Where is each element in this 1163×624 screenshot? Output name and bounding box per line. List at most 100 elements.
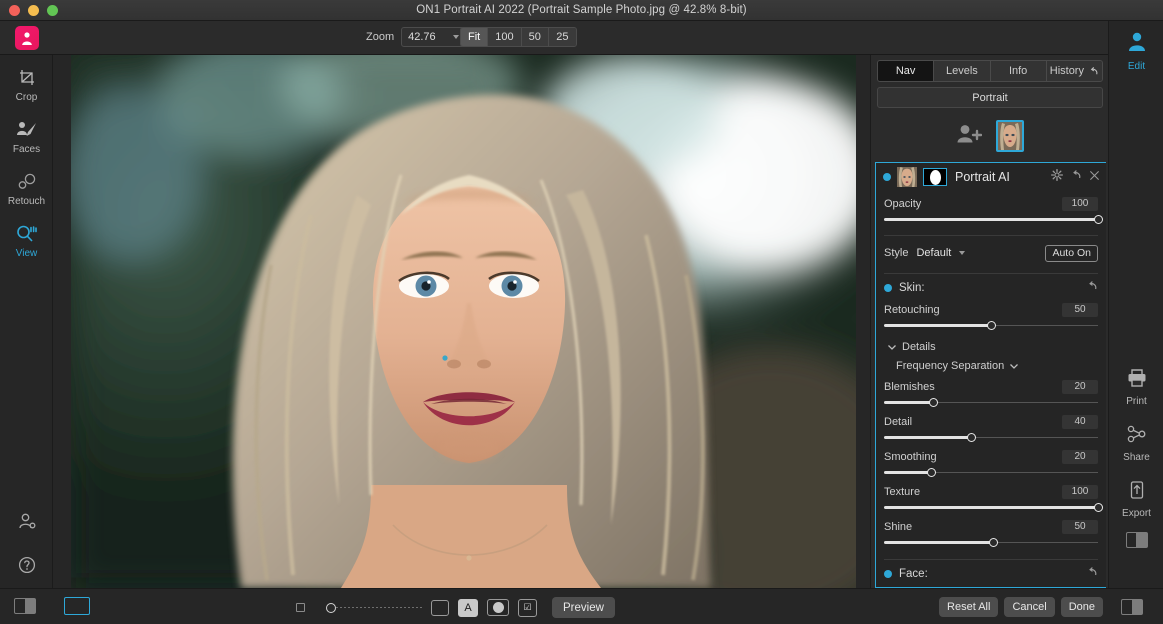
- tab-history-label: History: [1049, 65, 1084, 77]
- close-icon[interactable]: [1089, 168, 1100, 186]
- blemishes-row: Blemishes 20: [884, 378, 1098, 395]
- tool-view-label: View: [15, 248, 38, 259]
- tool-faces[interactable]: Faces: [0, 107, 53, 159]
- rail-print[interactable]: Print: [1109, 358, 1163, 407]
- rail-export[interactable]: Export: [1109, 470, 1163, 519]
- zoom-preset-group[interactable]: Fit 100 50 25: [460, 27, 577, 47]
- shine-label: Shine: [884, 520, 913, 533]
- right-module-rail: Edit Print Share Export: [1108, 21, 1163, 588]
- chevron-down-icon: [453, 35, 460, 39]
- account-icon[interactable]: [17, 512, 37, 537]
- retouching-row: Retouching 50: [884, 301, 1098, 318]
- preview-button[interactable]: Preview: [552, 597, 615, 618]
- left-rail-bottom-icons: [0, 512, 53, 580]
- chevron-down-icon[interactable]: [959, 251, 966, 255]
- title-bar: ON1 Portrait AI 2022 (Portrait Sample Ph…: [0, 0, 1163, 21]
- zoom-preset-fit[interactable]: Fit: [461, 28, 489, 46]
- divider: [884, 235, 1098, 236]
- skin-enabled-toggle[interactable]: [884, 284, 892, 292]
- tab-levels-label: Levels: [945, 65, 978, 77]
- brush-size-slider[interactable]: [314, 601, 422, 615]
- rail-share-label: Share: [1123, 452, 1150, 463]
- mask-shape: [929, 169, 941, 185]
- reset-icon[interactable]: [1070, 168, 1082, 186]
- share-icon: [1126, 424, 1148, 449]
- detected-face-thumbnail[interactable]: [996, 120, 1024, 152]
- detected-faces-bar: [871, 113, 1109, 159]
- detail-label: Detail: [884, 415, 913, 428]
- zoom-value-dropdown[interactable]: 42.76: [401, 27, 466, 47]
- frequency-separation-label: Frequency Separation: [896, 360, 1005, 372]
- right-panel: Nav Levels Info History Portrait Portrai…: [870, 55, 1108, 588]
- retouching-label: Retouching: [884, 303, 940, 316]
- smoothing-value[interactable]: 20: [1062, 449, 1098, 464]
- skin-section-label: Skin:: [899, 282, 925, 294]
- rail-edit-label: Edit: [1127, 61, 1146, 72]
- retouching-slider[interactable]: [884, 319, 1098, 332]
- opacity-slider[interactable]: [884, 213, 1103, 226]
- reset-icon[interactable]: [1086, 279, 1098, 297]
- reset-all-button[interactable]: Reset All: [939, 597, 999, 617]
- filmstrip-toggle-icon[interactable]: [14, 598, 36, 614]
- tab-history[interactable]: History: [1046, 61, 1102, 81]
- blemishes-value[interactable]: 20: [1062, 379, 1098, 394]
- opacity-value[interactable]: 100: [1062, 196, 1098, 211]
- tool-view[interactable]: View: [0, 211, 53, 263]
- shine-row: Shine 50: [884, 518, 1098, 535]
- gear-icon[interactable]: [1051, 168, 1063, 186]
- zoom-preset-50[interactable]: 50: [521, 28, 549, 46]
- face-enabled-toggle[interactable]: [884, 570, 892, 578]
- square-tool-icon[interactable]: [431, 599, 449, 616]
- style-value[interactable]: Default: [916, 247, 951, 259]
- checkbox-tool-icon[interactable]: ☑: [518, 598, 537, 617]
- detail-slider[interactable]: [884, 431, 1098, 444]
- bottom-center-controls: A ☑ Preview: [296, 597, 615, 618]
- module-face-thumbnail[interactable]: [897, 167, 917, 187]
- add-person-icon[interactable]: [956, 123, 983, 150]
- texture-slider[interactable]: [884, 501, 1103, 514]
- brush-small-icon[interactable]: [296, 603, 305, 612]
- detail-row: Detail 40: [884, 413, 1098, 430]
- bottom-left-controls: [14, 597, 90, 615]
- text-tool-icon[interactable]: A: [458, 598, 478, 617]
- circle-tool-icon[interactable]: [487, 599, 509, 616]
- tab-nav-label: Nav: [895, 65, 916, 77]
- done-button[interactable]: Done: [1060, 597, 1103, 617]
- details-disclosure[interactable]: Details: [884, 338, 1098, 355]
- help-icon[interactable]: [17, 555, 37, 580]
- reset-icon[interactable]: [1086, 565, 1098, 583]
- retouching-value[interactable]: 50: [1062, 302, 1098, 317]
- tool-retouch[interactable]: Retouch: [0, 159, 53, 211]
- rail-share[interactable]: Share: [1109, 414, 1163, 463]
- cancel-button[interactable]: Cancel: [1004, 597, 1055, 617]
- module-enabled-toggle[interactable]: [883, 173, 891, 181]
- panel-toggle-icon[interactable]: [1125, 532, 1148, 548]
- style-row: Style Default Auto On: [884, 242, 1098, 264]
- rail-edit[interactable]: Edit: [1109, 21, 1163, 72]
- smoothing-label: Smoothing: [884, 450, 937, 463]
- tab-levels[interactable]: Levels: [934, 61, 991, 81]
- tab-info[interactable]: Info: [990, 61, 1047, 81]
- smoothing-slider[interactable]: [884, 466, 1098, 479]
- blemishes-slider[interactable]: [884, 396, 1098, 409]
- person-icon: [1126, 31, 1148, 58]
- crop-icon: [17, 67, 37, 89]
- tab-nav[interactable]: Nav: [878, 61, 935, 81]
- texture-value[interactable]: 100: [1062, 484, 1098, 499]
- zoom-preset-25[interactable]: 25: [548, 28, 576, 46]
- frequency-separation-dropdown[interactable]: Frequency Separation: [884, 358, 1098, 374]
- panel-tabs[interactable]: Nav Levels Info History: [877, 60, 1103, 82]
- panel-toggle-icon[interactable]: [1121, 599, 1143, 615]
- shine-value[interactable]: 50: [1062, 519, 1098, 534]
- tool-crop[interactable]: Crop: [0, 55, 53, 107]
- shine-slider[interactable]: [884, 536, 1098, 549]
- zoom-preset-100[interactable]: 100: [488, 28, 522, 46]
- detail-value[interactable]: 40: [1062, 414, 1098, 429]
- portrait-preset-button[interactable]: Portrait: [877, 87, 1103, 108]
- view-single-icon[interactable]: [64, 597, 90, 615]
- module-mask-thumbnail[interactable]: [923, 168, 947, 186]
- on1-logo-icon[interactable]: [15, 26, 39, 50]
- photo-preview[interactable]: [71, 55, 856, 588]
- divider: [884, 273, 1098, 274]
- auto-toggle-button[interactable]: Auto On: [1045, 244, 1098, 262]
